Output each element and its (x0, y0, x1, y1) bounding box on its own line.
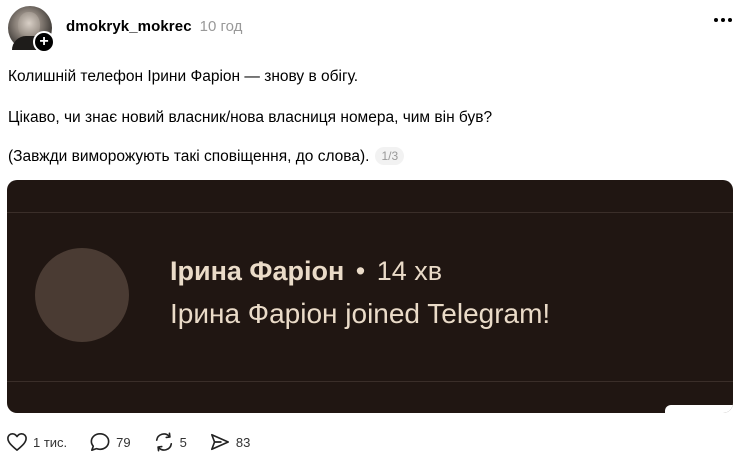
notification-time: 14 хв (376, 256, 443, 286)
send-icon (210, 433, 229, 451)
post-text-line-1: Колишній телефон Ірини Фаріон — знову в … (8, 68, 359, 85)
notification-separator: • (355, 256, 366, 286)
comment-count: 79 (116, 434, 131, 450)
like-button[interactable]: 1 тис. (6, 432, 67, 452)
repost-icon (155, 432, 172, 452)
timestamp[interactable]: 10 год (200, 18, 243, 35)
notification-message: Ірина Фаріон joined Telegram! (170, 298, 551, 329)
media-corner (665, 405, 733, 413)
share-count: 83 (235, 434, 251, 450)
username[interactable]: dmokryk_mokrec (66, 18, 192, 35)
repost-button[interactable]: 5 (153, 432, 187, 452)
share-button[interactable]: 83 (209, 432, 250, 452)
heart-icon (7, 433, 27, 451)
action-bar: 1 тис. 79 5 83 (6, 432, 272, 452)
comment-button[interactable]: 79 (89, 432, 131, 452)
post-text-line-3-text: (Завжди виморожують такі сповіщення, до … (8, 148, 370, 165)
post-text-line-2: Цікаво, чи знає новий власник/нова власн… (8, 109, 493, 126)
media-pager: 1/3 (375, 147, 405, 165)
like-count: 1 тис. (33, 434, 68, 450)
media-image[interactable]: Ірина Фаріон • 14 хв Ірина Фаріон joined… (7, 180, 733, 413)
post-text-line-3: (Завжди виморожують такі сповіщення, до … (8, 147, 405, 166)
notification-avatar (35, 248, 129, 342)
notification-title: Ірина Фаріон • 14 хв (170, 256, 442, 287)
comment-bubble-icon (90, 433, 110, 451)
repost-count: 5 (179, 434, 187, 450)
more-dots-icon[interactable] (714, 18, 732, 22)
follow-button[interactable]: + (33, 31, 55, 53)
plus-icon: + (39, 33, 49, 50)
media-divider-top (7, 212, 733, 213)
media-divider-bottom (7, 381, 733, 382)
post-header: dmokryk_mokrec 10 год (66, 18, 242, 35)
notification-sender: Ірина Фаріон (170, 256, 345, 286)
